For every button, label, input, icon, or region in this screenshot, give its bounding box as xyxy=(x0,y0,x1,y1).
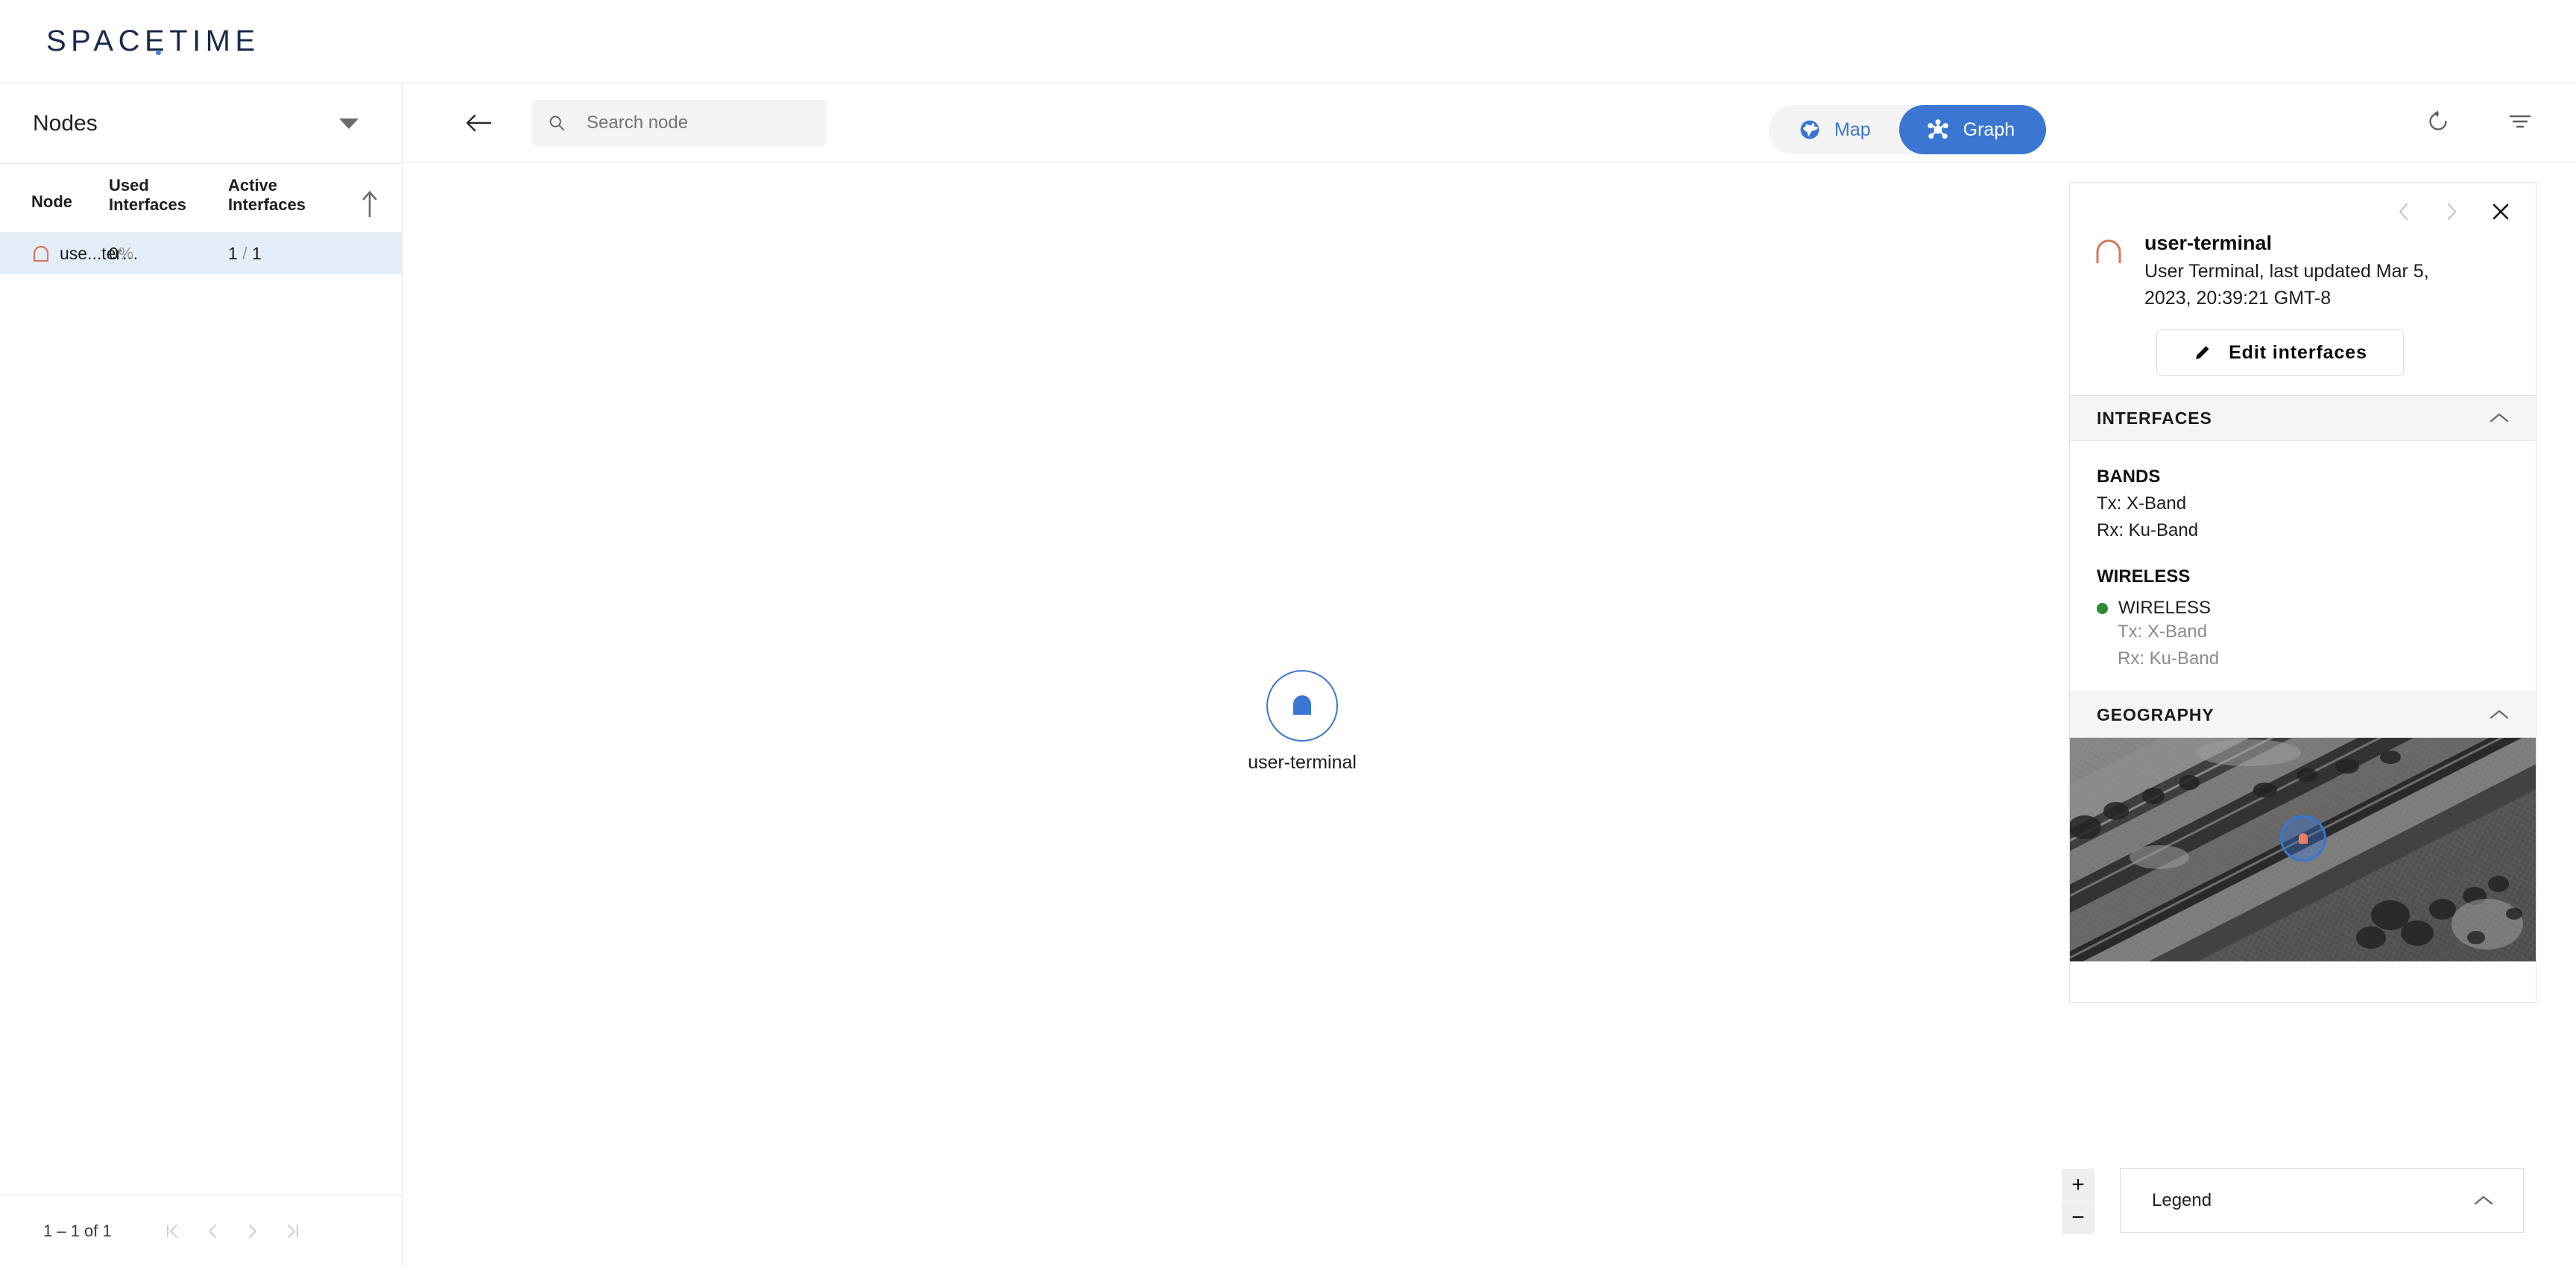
chevron-up-icon[interactable] xyxy=(2488,411,2510,426)
chevron-left-icon[interactable] xyxy=(2396,202,2412,221)
interface-rx: Rx: Ku-Band xyxy=(2118,648,2220,669)
table-row[interactable]: use...ter… 0% 1 / 1 xyxy=(0,233,402,274)
column-header-used-interfaces[interactable]: Used Interfaces xyxy=(109,176,228,215)
terminal-dome-icon xyxy=(2299,833,2308,844)
band-tx: Tx: X-Band xyxy=(2097,493,2187,514)
pagination-bar: 1 – 1 of 1 xyxy=(0,1195,402,1267)
section-header-geography[interactable]: GEOGRAPHY xyxy=(2070,692,2536,738)
band-rx: Rx: Ku-Band xyxy=(2097,520,2199,540)
column-header-node[interactable]: Node xyxy=(0,176,109,212)
active-interfaces-numerator: 1 xyxy=(228,243,238,263)
toolbar-actions xyxy=(2425,109,2533,134)
graph-node-user-terminal[interactable]: user-terminal xyxy=(1228,670,1377,774)
app-root: SPACETIME Nodes Node Used Interfaces Act… xyxy=(0,0,2576,1267)
column-header-active-interfaces[interactable]: Active Interfaces xyxy=(228,176,340,215)
sidebar: Nodes Node Used Interfaces Active Interf… xyxy=(0,83,402,1267)
tab-graph-label: Graph xyxy=(1963,119,2015,140)
table-cell-used-interfaces: 0% xyxy=(109,244,228,264)
view-mode-toggle: Map Graph xyxy=(1769,105,2047,154)
graph-node-label: user-terminal xyxy=(1248,752,1357,773)
table-cell-node: use...ter… xyxy=(0,244,139,264)
detail-panel-top: user-terminal User Terminal, last update… xyxy=(2070,183,2536,376)
chevron-up-icon[interactable] xyxy=(2488,707,2510,722)
legend-panel[interactable]: Legend xyxy=(2120,1168,2524,1233)
interface-name: WIRELESS xyxy=(2118,598,2212,618)
tab-graph[interactable]: Graph xyxy=(1898,105,2047,154)
interface-item[interactable]: WIRELESS xyxy=(2097,598,2509,619)
table-cell-active-interfaces: 1 / 1 xyxy=(228,244,340,264)
terminal-dome-icon xyxy=(2096,239,2121,263)
geography-node-marker[interactable] xyxy=(2280,815,2326,862)
zoom-in-button[interactable]: + xyxy=(2062,1169,2094,1201)
detail-panel-header: user-terminal User Terminal, last update… xyxy=(2092,232,2513,312)
filter-icon[interactable] xyxy=(2507,110,2533,133)
graph-hub-icon xyxy=(1927,119,1948,139)
edit-interfaces-label: Edit interfaces xyxy=(2229,341,2367,363)
detail-panel-titles: user-terminal User Terminal, last update… xyxy=(2144,232,2457,312)
pagination-range-label: 1 – 1 of 1 xyxy=(43,1222,112,1240)
used-interfaces-value: 0 xyxy=(109,243,119,263)
search-icon xyxy=(549,116,565,130)
bands-title: BANDS xyxy=(2097,467,2161,487)
previous-page-icon[interactable] xyxy=(203,1222,222,1241)
brand-logo[interactable]: SPACETIME xyxy=(46,25,260,58)
terminal-dome-icon xyxy=(1293,695,1311,715)
interface-tx: Tx: X-Band xyxy=(2118,622,2208,642)
edit-interfaces-button[interactable]: Edit interfaces xyxy=(2156,329,2404,376)
tab-map[interactable]: Map xyxy=(1769,105,1899,154)
pagination-controls xyxy=(162,1222,303,1241)
node-detail-panel: user-terminal User Terminal, last update… xyxy=(2069,182,2536,1003)
sidebar-title: Nodes xyxy=(33,110,98,136)
legend-label: Legend xyxy=(2152,1189,2212,1210)
first-page-icon[interactable] xyxy=(162,1222,182,1241)
zoom-controls: + − xyxy=(2062,1169,2094,1234)
section-header-interfaces[interactable]: INTERFACES xyxy=(2070,395,2536,441)
sidebar-header: Nodes xyxy=(0,83,402,164)
globe-icon xyxy=(1800,120,1819,139)
top-bar: SPACETIME xyxy=(0,0,2576,83)
brand-logo-dot xyxy=(156,50,161,55)
pencil-icon xyxy=(2196,346,2209,359)
chevron-up-icon[interactable] xyxy=(2472,1193,2495,1208)
tab-map-label: Map xyxy=(1834,119,1871,140)
zoom-out-button[interactable]: − xyxy=(2062,1201,2094,1234)
terminal-dome-icon xyxy=(33,245,49,262)
back-arrow-icon[interactable] xyxy=(466,112,493,134)
detail-panel-nav xyxy=(2092,196,2513,227)
detail-node-name: user-terminal xyxy=(2144,232,2273,254)
wireless-title: WIRELESS xyxy=(2097,566,2191,587)
last-page-icon[interactable] xyxy=(283,1222,303,1241)
section-title-geography: GEOGRAPHY xyxy=(2097,704,2214,724)
search-box[interactable] xyxy=(531,99,827,146)
brand-logo-text: SPACETIME xyxy=(46,25,260,57)
graph-node-circle xyxy=(1266,670,1338,742)
chevron-down-icon[interactable] xyxy=(339,118,359,129)
close-icon[interactable] xyxy=(2491,202,2510,221)
refresh-rotate-icon[interactable] xyxy=(2425,109,2451,134)
sort-ascending-arrow-icon[interactable] xyxy=(362,191,378,218)
chevron-right-icon[interactable] xyxy=(2443,202,2460,221)
active-interfaces-separator: / xyxy=(242,243,247,263)
section-body-interfaces: BANDS Tx: X-Band Rx: Ku-Band WIRELESS WI… xyxy=(2070,441,2536,692)
main-toolbar: Map Graph xyxy=(403,83,2576,162)
used-interfaces-unit: % xyxy=(118,243,134,263)
geography-satellite-image[interactable] xyxy=(2070,738,2536,961)
search-input[interactable] xyxy=(587,112,810,133)
next-page-icon[interactable] xyxy=(243,1222,262,1241)
section-title-interfaces: INTERFACES xyxy=(2097,408,2212,428)
detail-node-subtitle: User Terminal, last updated Mar 5, 2023,… xyxy=(2144,261,2429,309)
active-interfaces-denominator: 1 xyxy=(251,243,262,263)
node-table-header: Node Used Interfaces Active Interfaces xyxy=(0,164,402,233)
status-dot-icon xyxy=(2097,602,2108,614)
